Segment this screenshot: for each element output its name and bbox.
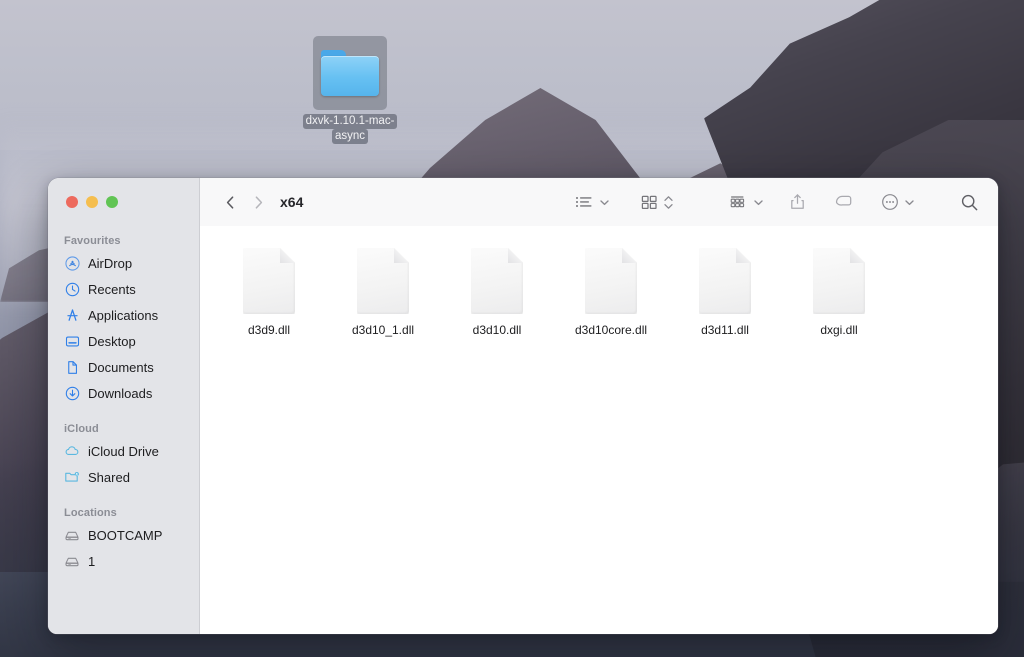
sidebar-item-desktop[interactable]: Desktop: [48, 328, 199, 354]
file-grid: d3d9.dll d3d10_1.dll d3d10.dll d3d10core…: [200, 248, 998, 337]
cloud-icon: [64, 443, 80, 459]
sidebar-item-airdrop[interactable]: AirDrop: [48, 250, 199, 276]
zoom-button[interactable]: [106, 196, 118, 208]
generic-document-icon: [471, 248, 523, 314]
file-name-label: dxgi.dll: [820, 323, 858, 337]
window-controls: [48, 178, 199, 226]
file-name-label: d3d10_1.dll: [351, 323, 415, 337]
file-item[interactable]: d3d10core.dll: [554, 248, 668, 337]
view-icon-control[interactable]: [636, 189, 676, 215]
desktop-folder-selection-highlight: [313, 36, 387, 110]
sidebar-item-applications[interactable]: Applications: [48, 302, 199, 328]
desktop-folder-label-line1: dxvk-1.10.1-mac-: [302, 114, 398, 129]
sidebar-section-locations-header: Locations: [64, 507, 117, 519]
page-title: x64: [280, 194, 304, 210]
file-name-label: d3d9.dll: [247, 323, 291, 337]
sidebar-item-desktop-label: Desktop: [88, 333, 136, 349]
desktop-folder-dxvk[interactable]: dxvk-1.10.1-mac- async: [296, 36, 404, 144]
grid-view-stepper-icon[interactable]: [663, 189, 676, 215]
file-item[interactable]: dxgi.dll: [782, 248, 896, 337]
finder-window[interactable]: Favourites AirDrop Recents Applications …: [48, 178, 998, 634]
sidebar-item-downloads-label: Downloads: [88, 385, 153, 401]
generic-document-icon: [699, 248, 751, 314]
shared-folder-icon: [64, 469, 80, 485]
sidebar-item-documents-label: Documents: [88, 359, 154, 375]
sidebar-item-shared-label: Shared: [88, 469, 130, 485]
file-item[interactable]: d3d10_1.dll: [326, 248, 440, 337]
list-view-icon[interactable]: [570, 189, 599, 215]
file-item[interactable]: d3d10.dll: [440, 248, 554, 337]
generic-document-icon: [357, 248, 409, 314]
sidebar-item-documents[interactable]: Documents: [48, 354, 199, 380]
generic-document-icon: [813, 248, 865, 314]
finder-sidebar: Favourites AirDrop Recents Applications …: [48, 178, 200, 634]
sidebar-item-disk-1[interactable]: 1: [48, 548, 199, 574]
clock-icon: [64, 281, 80, 297]
sidebar-section-favourites-header: Favourites: [64, 235, 121, 247]
sidebar-section-icloud-header: iCloud: [64, 423, 99, 435]
generic-document-icon: [585, 248, 637, 314]
finder-content-area[interactable]: d3d9.dll d3d10_1.dll d3d10.dll d3d10core…: [200, 226, 998, 634]
airdrop-icon: [64, 255, 80, 271]
file-name-label: d3d10.dll: [472, 323, 522, 337]
sidebar-item-shared[interactable]: Shared: [48, 464, 199, 490]
blue-folder-icon: [321, 50, 379, 96]
sidebar-item-applications-label: Applications: [88, 307, 159, 323]
forward-button[interactable]: [244, 189, 272, 215]
finder-main-pane: x64 d3d9.dll d3d10_1.dll d3d10.dll d3d10…: [200, 178, 998, 634]
disk-icon: [64, 527, 80, 543]
sidebar-item-airdrop-label: AirDrop: [88, 255, 133, 271]
more-chevron-down-icon[interactable]: [904, 189, 917, 215]
desktop-folder-label: dxvk-1.10.1-mac- async: [302, 114, 398, 144]
sidebar-item-bootcamp[interactable]: BOOTCAMP: [48, 522, 199, 548]
desktop-icon: [64, 333, 80, 349]
tag-icon[interactable]: [829, 189, 858, 215]
more-ellipsis-icon[interactable]: [876, 189, 904, 215]
file-item[interactable]: d3d11.dll: [668, 248, 782, 337]
applications-icon: [64, 307, 80, 323]
minimize-button[interactable]: [86, 196, 98, 208]
sidebar-scroll-area[interactable]: Favourites AirDrop Recents Applications …: [48, 226, 199, 634]
more-control[interactable]: [876, 189, 917, 215]
download-icon: [64, 385, 80, 401]
sidebar-item-recents-label: Recents: [88, 281, 136, 297]
grid-view-icon[interactable]: [636, 189, 663, 215]
generic-document-icon: [243, 248, 295, 314]
share-icon[interactable]: [784, 189, 811, 215]
group-by-control[interactable]: [724, 189, 766, 215]
search-icon[interactable]: [955, 189, 984, 215]
list-view-chevron-down-icon[interactable]: [599, 189, 612, 215]
sidebar-item-disk-1-label: 1: [88, 553, 96, 569]
file-name-label: d3d10core.dll: [574, 323, 648, 337]
desktop-folder-label-line2: async: [331, 129, 369, 144]
finder-toolbar: x64: [200, 178, 998, 226]
file-name-label: d3d11.dll: [701, 323, 749, 337]
close-button[interactable]: [66, 196, 78, 208]
group-items-icon[interactable]: [724, 189, 753, 215]
sidebar-item-recents[interactable]: Recents: [48, 276, 199, 302]
sidebar-item-downloads[interactable]: Downloads: [48, 380, 199, 406]
sidebar-item-icloud-drive[interactable]: iCloud Drive: [48, 438, 199, 464]
sidebar-item-bootcamp-label: BOOTCAMP: [88, 527, 163, 543]
view-list-control[interactable]: [570, 189, 612, 215]
document-icon: [64, 359, 80, 375]
file-item[interactable]: d3d9.dll: [212, 248, 326, 337]
disk-icon: [64, 553, 80, 569]
sidebar-item-icloud-drive-label: iCloud Drive: [88, 443, 159, 459]
group-by-chevron-down-icon[interactable]: [753, 189, 766, 215]
back-button[interactable]: [216, 189, 244, 215]
